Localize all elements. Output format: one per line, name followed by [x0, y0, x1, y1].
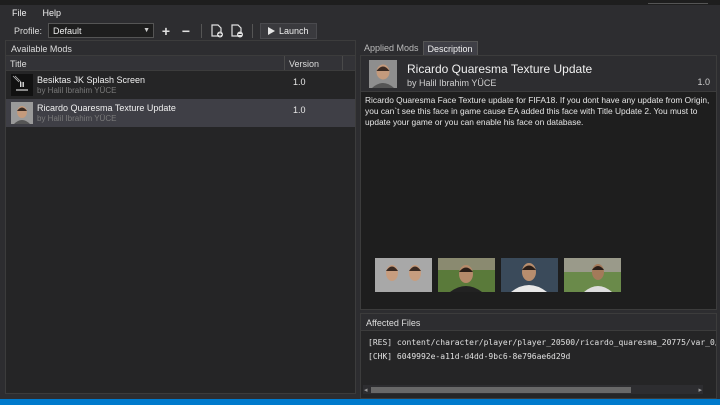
profile-label: Profile:: [14, 25, 43, 36]
window-controls[interactable]: [648, 0, 708, 4]
description-version: 1.0: [697, 77, 710, 87]
screenshot-thumbnail[interactable]: [375, 258, 432, 292]
affected-files-header: Affected Files: [361, 314, 716, 331]
mod-author: by Halil Ibrahim YÜCE: [37, 114, 117, 123]
remove-profile-button[interactable]: −: [178, 23, 194, 39]
affected-files-list: [RES] content/character/player/player_20…: [361, 331, 716, 369]
mod-title: Besiktas JK Splash Screen: [37, 75, 146, 85]
remove-mod-button[interactable]: [229, 23, 245, 39]
mods-grid-header: Title Version: [6, 56, 355, 71]
mod-title: Ricardo Quaresma Texture Update: [37, 103, 176, 113]
scroll-left-icon[interactable]: ◂: [364, 386, 368, 394]
mod-version: 1.0: [293, 77, 306, 87]
player-face-icon: [11, 102, 33, 124]
profile-select[interactable]: Default ▼: [48, 23, 155, 38]
play-icon: [268, 26, 276, 35]
profile-select-value: Default: [53, 25, 82, 36]
file-remove-icon: [230, 23, 243, 37]
launch-button-label: Launch: [279, 25, 309, 36]
screenshot-thumbnail[interactable]: [564, 258, 621, 292]
scrollbar-thumb[interactable]: [371, 387, 631, 393]
details-tabs: Applied Mods Description: [360, 40, 717, 55]
affected-file-line[interactable]: [CHK] 6049992e-a11d-d4dd-9bc6-8e796ae6d2…: [368, 350, 709, 364]
mod-row-selected[interactable]: Ricardo Quaresma Texture Update by Halil…: [6, 99, 355, 127]
besiktas-logo-icon: [11, 74, 33, 96]
description-pane: Ricardo Quaresma Texture Update by Halil…: [360, 55, 717, 310]
screenshot-strip: [375, 258, 621, 292]
file-add-icon: [210, 23, 223, 37]
mod-version: 1.0: [293, 105, 306, 115]
column-header-version[interactable]: Version: [285, 56, 343, 70]
player-avatar: [369, 60, 397, 88]
add-profile-button[interactable]: +: [158, 23, 174, 39]
mod-row[interactable]: Besiktas JK Splash Screen by Halil Ibrah…: [6, 71, 355, 99]
menu-bar: File Help: [0, 5, 720, 21]
tab-applied-mods[interactable]: Applied Mods: [360, 41, 423, 55]
toolbar: Profile: Default ▼ + − Launch: [0, 21, 720, 40]
horizontal-scrollbar[interactable]: ◂ ▸: [363, 385, 703, 394]
description-author: by Halil Ibrahim YÜCE: [407, 78, 497, 88]
description-title: Ricardo Quaresma Texture Update: [407, 62, 593, 76]
screenshot-thumbnail[interactable]: [501, 258, 558, 292]
affected-files-panel: Affected Files [RES] content/character/p…: [360, 313, 717, 399]
menu-help[interactable]: Help: [37, 7, 68, 19]
menu-file[interactable]: File: [6, 7, 33, 19]
affected-file-line[interactable]: [RES] content/character/player/player_20…: [368, 336, 716, 350]
mod-author: by Halil Ibrahim YÜCE: [37, 86, 117, 95]
description-text: Ricardo Quaresma Face Texture update for…: [365, 95, 710, 127]
description-header: Ricardo Quaresma Texture Update by Halil…: [361, 56, 716, 92]
screenshot-thumbnail[interactable]: [438, 258, 495, 292]
details-panel: Applied Mods Description Ricardo Quaresm…: [360, 40, 717, 310]
available-mods-panel: Available Mods Title Version Besiktas JK…: [5, 40, 356, 394]
launch-button[interactable]: Launch: [260, 22, 317, 39]
available-mods-header: Available Mods: [6, 41, 355, 56]
scroll-right-icon[interactable]: ▸: [698, 386, 702, 394]
toolbar-separator: [252, 23, 254, 38]
tab-description[interactable]: Description: [422, 41, 478, 55]
import-mod-button[interactable]: [209, 23, 225, 39]
status-bar: [0, 399, 720, 405]
toolbar-separator: [201, 23, 203, 38]
chevron-down-icon: ▼: [143, 27, 151, 34]
column-header-title[interactable]: Title: [6, 56, 285, 70]
